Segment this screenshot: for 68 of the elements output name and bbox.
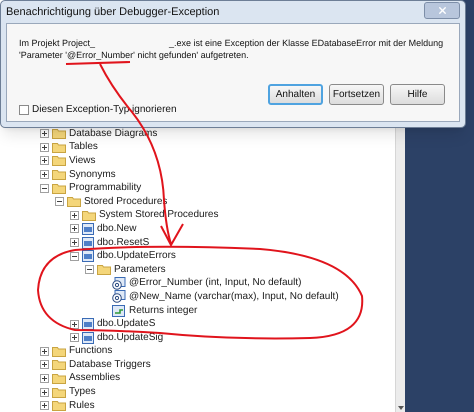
tree-item[interactable]: Returns integer <box>129 306 198 316</box>
underline-mark <box>66 61 130 65</box>
dialog-button[interactable]: Fortsetzen <box>329 84 384 105</box>
folder-icon <box>52 346 66 357</box>
collapse-icon[interactable] <box>40 184 49 193</box>
collapse-icon[interactable] <box>55 197 64 206</box>
dialog-button[interactable]: Anhalten <box>268 84 323 105</box>
expand-icon[interactable] <box>70 320 79 329</box>
checkbox-label: Diesen Exception-Typ ignorieren <box>32 103 177 117</box>
at-sign-icon <box>112 290 126 304</box>
expand-icon[interactable] <box>40 346 49 356</box>
tree-item[interactable]: @Error_Number (int, Input, No default) <box>129 278 302 288</box>
folder-icon <box>52 372 66 384</box>
close-button[interactable] <box>424 2 460 18</box>
expand-icon[interactable] <box>70 224 79 234</box>
window-title: Benachrichtigung über Debugger-Exception <box>6 4 220 20</box>
collapse-icon[interactable] <box>70 252 79 261</box>
dialog-button[interactable]: Hilfe <box>390 84 445 105</box>
tree-item[interactable]: dbo.UpdateErrors <box>97 251 176 262</box>
close-icon <box>436 4 448 16</box>
folder-icon <box>52 142 66 153</box>
return-value-icon <box>112 304 126 317</box>
tree-item[interactable]: System Stored Procedures <box>99 210 218 220</box>
at-sign-icon <box>112 276 126 290</box>
tree-item[interactable]: Views <box>69 156 96 166</box>
expand-icon[interactable] <box>70 210 79 220</box>
tree-item[interactable]: @New_Name (varchar(max), Input, No default) <box>129 292 339 302</box>
folder-icon <box>52 386 66 398</box>
tree-item[interactable]: dbo.New <box>97 224 136 234</box>
tree-item[interactable]: Tables <box>69 142 98 152</box>
expand-icon[interactable] <box>40 170 49 180</box>
folder-icon <box>52 169 66 180</box>
folder-icon <box>52 182 66 194</box>
table-grid-icon <box>82 250 94 262</box>
folder-icon <box>97 264 111 276</box>
tree-item[interactable]: dbo.ResetS <box>97 238 150 248</box>
tree-item[interactable]: Synonyms <box>69 170 116 180</box>
folder-icon <box>52 400 66 412</box>
tree-item[interactable]: Assemblies <box>69 373 120 384</box>
tree-item[interactable]: Programmability <box>69 183 142 194</box>
table-grid-icon <box>82 318 94 330</box>
expand-icon[interactable] <box>40 129 49 138</box>
expand-icon[interactable] <box>40 156 49 166</box>
tree-item[interactable]: Rules <box>69 400 95 411</box>
folder-icon <box>82 210 96 221</box>
scroll-down-icon[interactable] <box>398 406 404 410</box>
expand-icon[interactable] <box>40 360 49 370</box>
expand-icon[interactable] <box>40 374 49 383</box>
expand-icon[interactable] <box>40 142 49 152</box>
expand-icon[interactable] <box>40 388 49 397</box>
tree-item[interactable]: Types <box>69 387 96 398</box>
exception-message: Im Projekt Project_ _.exe ist eine Exception der Klasse EDatabaseError mit der Meldung 'Parameter '@Error_Number' nicht gefunden' aufgetreten. <box>19 37 444 61</box>
folder-icon <box>67 196 81 208</box>
tree-item[interactable]: dbo.UpdateS <box>97 319 156 330</box>
table-grid-icon <box>82 222 94 235</box>
tree-item[interactable]: dbo.UpdateSig <box>97 332 164 343</box>
expand-icon[interactable] <box>70 238 79 248</box>
expand-icon[interactable] <box>70 333 79 342</box>
tree-item[interactable]: Parameters <box>114 264 166 275</box>
tree-item[interactable]: Database Triggers <box>69 360 151 370</box>
tree-item[interactable]: Functions <box>69 346 112 356</box>
table-grid-icon <box>82 332 94 344</box>
table-grid-icon <box>82 236 94 249</box>
folder-icon <box>52 359 66 370</box>
collapse-icon[interactable] <box>85 265 94 274</box>
checkbox[interactable] <box>19 104 29 114</box>
folder-icon <box>52 155 66 166</box>
expand-icon[interactable] <box>40 401 49 410</box>
